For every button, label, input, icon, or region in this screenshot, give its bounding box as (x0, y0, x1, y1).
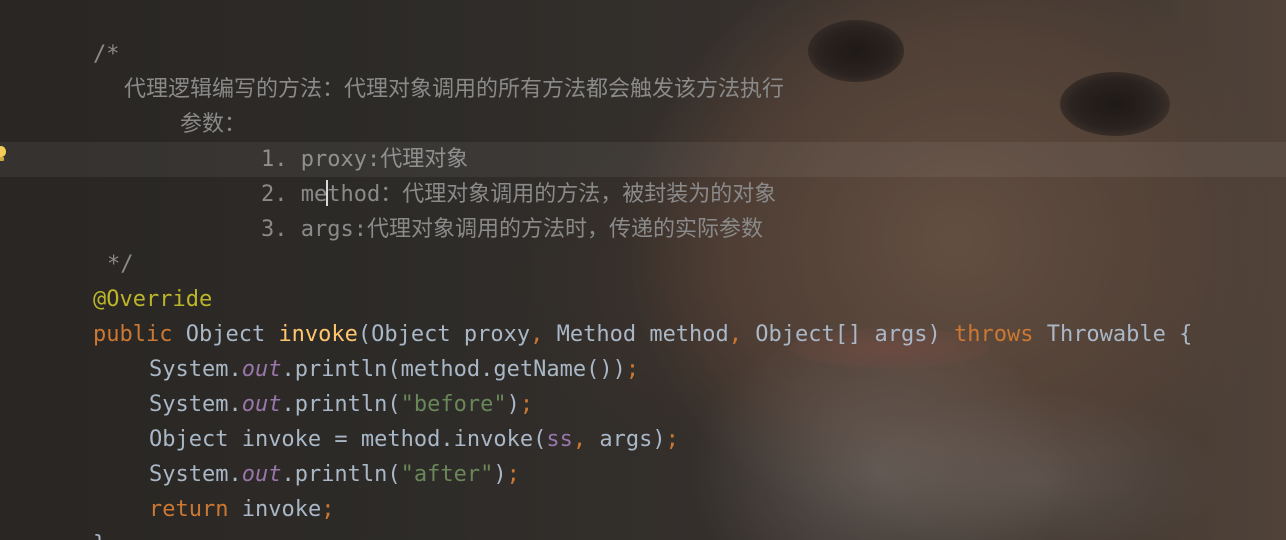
code-line-5-current[interactable]: 2. method：代理对象调用的方法，被封装为的对象 (0, 142, 1286, 207)
code-line-2[interactable]: 代理逻辑编写的方法：代理对象调用的所有方法都会触发该方法执行 (96, 37, 1286, 102)
code-line-4[interactable]: 1. proxy:代理对象 (208, 107, 1286, 172)
code-line-13[interactable]: System.out.println("after"); (96, 422, 1286, 487)
code-line-14[interactable]: return invoke; (96, 457, 1286, 522)
code-editor[interactable]: /* 代理逻辑编写的方法：代理对象调用的所有方法都会触发该方法执行 参数： 1.… (0, 0, 1286, 540)
code-line-6[interactable]: 3. args:代理对象调用的方法时，传递的实际参数 (208, 177, 1286, 242)
code-line-15[interactable]: } (40, 492, 1286, 540)
code-line-11[interactable]: System.out.println("before"); (96, 352, 1286, 417)
code-line-1[interactable]: /* (40, 2, 1286, 67)
code-line-9[interactable]: public Object invoke(Object proxy, Metho… (40, 282, 1286, 347)
code-line-7[interactable]: */ (54, 212, 1286, 277)
code-line-10[interactable]: System.out.println(method.getName()); (96, 317, 1286, 382)
code-line-12[interactable]: Object invoke = method.invoke(ss, args); (96, 387, 1286, 452)
closing-brace: } (93, 532, 106, 540)
code-line-3[interactable]: 参数： (152, 72, 1286, 137)
code-line-8[interactable]: @Override (40, 247, 1286, 312)
